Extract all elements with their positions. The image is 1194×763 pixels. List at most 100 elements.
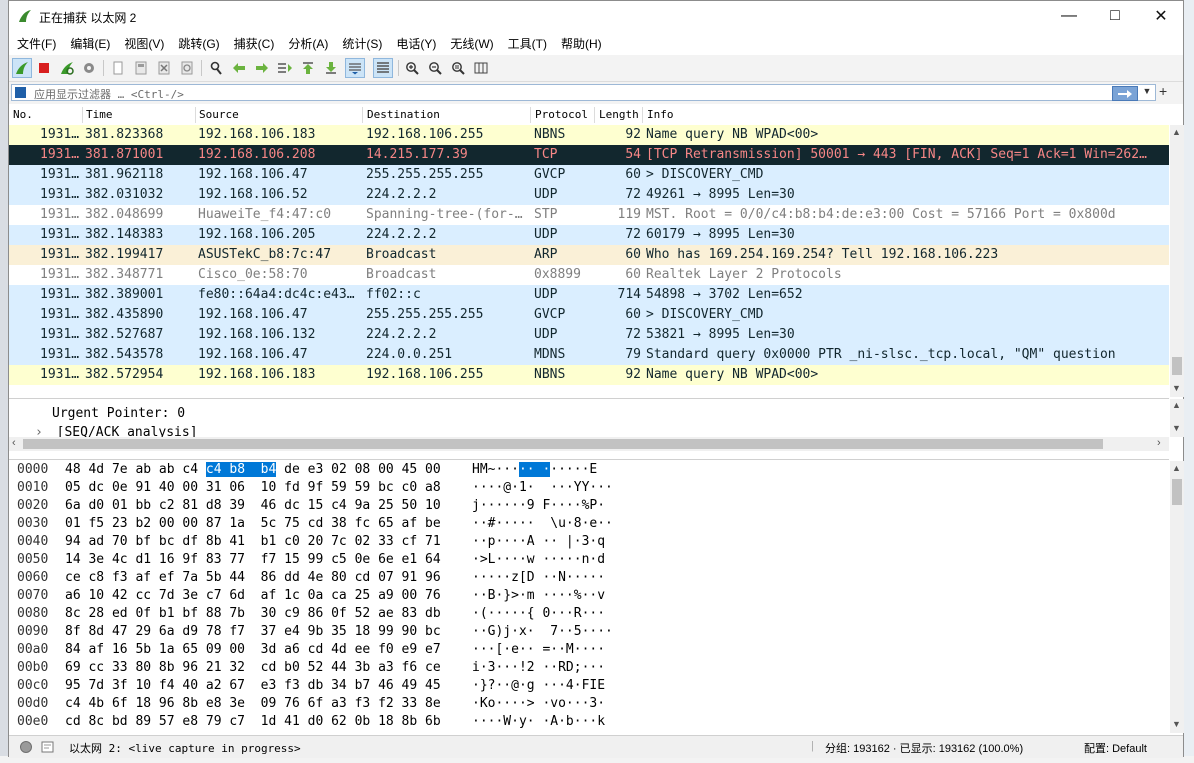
restart-capture-icon[interactable] xyxy=(57,58,77,78)
bytes-hex[interactable]: 8c 28 ed 0f b1 bf 88 7b 30 c9 86 0f 52 a… xyxy=(65,606,465,621)
apply-filter-arrow-icon[interactable] xyxy=(1112,86,1138,101)
scroll-down-icon[interactable]: ▼ xyxy=(1172,719,1181,729)
menu-item-8[interactable]: 无线(W) xyxy=(444,35,499,52)
stop-capture-icon[interactable] xyxy=(34,58,54,78)
menu-item-0[interactable]: 文件(F) xyxy=(11,35,62,52)
display-filter-input[interactable]: 应用显示过滤器 … <Ctrl-/> ▼ xyxy=(11,84,1156,101)
bytes-scroll-thumb[interactable] xyxy=(1172,479,1182,505)
minimize-icon[interactable]: — xyxy=(1046,1,1092,31)
close-icon[interactable]: ✕ xyxy=(1138,1,1184,31)
close-file-icon[interactable] xyxy=(154,58,174,78)
packet-row[interactable]: 1931… 381.871001 192.168.106.208 14.215.177… xyxy=(9,145,1169,165)
scroll-right-icon[interactable]: › xyxy=(1157,437,1161,449)
bytes-ascii[interactable]: ··B·}>·m ····%··v xyxy=(472,588,642,603)
status-profile[interactable]: 配置: Default xyxy=(1084,740,1147,756)
packet-list-scrollbar[interactable]: ▲ ▼ xyxy=(1170,125,1184,397)
column-header-length[interactable]: Length xyxy=(599,108,639,121)
menu-item-3[interactable]: 跳转(G) xyxy=(172,35,225,52)
details-horizontal-scroll-thumb[interactable] xyxy=(23,439,1103,449)
packet-row[interactable]: 1931… 382.031032 192.168.106.52 224.2.2.2 UD… xyxy=(9,185,1169,205)
expert-info-icon[interactable] xyxy=(19,740,33,754)
find-packet-icon[interactable] xyxy=(206,58,226,78)
zoom-in-icon[interactable] xyxy=(402,58,422,78)
open-file-icon[interactable] xyxy=(108,58,128,78)
bytes-hex[interactable]: 14 3e 4c d1 16 9f 83 77 f7 15 99 c5 0e 6… xyxy=(65,552,465,567)
go-back-icon[interactable] xyxy=(229,58,249,78)
scroll-up-icon[interactable]: ▲ xyxy=(1172,463,1181,473)
bytes-hex[interactable]: ce c8 f3 af ef 7a 5b 44 86 dd 4e 80 cd 0… xyxy=(65,570,465,585)
packet-row[interactable]: 1931… 381.823368 192.168.106.183 192.168.10… xyxy=(9,125,1169,145)
bytes-hex[interactable]: cd 8c bd 89 57 e8 79 c7 1d 41 d0 62 0b 1… xyxy=(65,714,465,729)
packet-list-scroll-thumb[interactable] xyxy=(1172,357,1182,375)
bytes-ascii[interactable]: i·3···!2 ··RD;··· xyxy=(472,660,642,675)
bytes-ascii[interactable]: ····W·y· ·A·b···k xyxy=(472,714,642,729)
scroll-up-icon[interactable]: ▲ xyxy=(1172,400,1181,410)
bytes-hex[interactable]: 01 f5 23 b2 00 00 87 1a 5c 75 cd 38 fc 6… xyxy=(65,516,465,531)
reload-file-icon[interactable] xyxy=(177,58,197,78)
scroll-up-icon[interactable]: ▲ xyxy=(1172,127,1181,137)
packet-row[interactable]: 1931… 381.962118 192.168.106.47 255.255.255… xyxy=(9,165,1169,185)
column-header-no[interactable]: No. xyxy=(13,108,33,121)
menu-item-4[interactable]: 捕获(C) xyxy=(228,35,281,52)
menu-item-7[interactable]: 电话(Y) xyxy=(390,35,442,52)
scroll-down-icon[interactable]: ▼ xyxy=(1172,383,1181,393)
bytes-ascii[interactable]: ·Ko····> ·vo···3· xyxy=(472,696,642,711)
zoom-out-icon[interactable] xyxy=(425,58,445,78)
menu-item-9[interactable]: 工具(T) xyxy=(502,35,553,52)
bytes-hex[interactable]: 95 7d 3f 10 f4 40 a2 67 e3 f3 db 34 b7 4… xyxy=(65,678,465,693)
filter-history-chevron-down-icon[interactable]: ▼ xyxy=(1140,86,1154,100)
capture-options-icon[interactable] xyxy=(79,58,99,78)
bytes-hex[interactable]: a6 10 42 cc 7d 3e c7 6d af 1c 0a ca 25 a… xyxy=(65,588,465,603)
packet-row[interactable]: 1931… 382.435890 192.168.106.47 255.255.255… xyxy=(9,305,1169,325)
bytes-ascii[interactable]: ·····z[D ··N····· xyxy=(472,570,642,585)
bookmark-icon[interactable] xyxy=(15,87,26,98)
bytes-ascii[interactable]: ···[·e·· =··M···· xyxy=(472,642,642,657)
normal-size-icon[interactable] xyxy=(448,58,468,78)
bytes-hex[interactable]: 05 dc 0e 91 40 00 31 06 10 fd 9f 59 59 b… xyxy=(65,480,465,495)
column-header-source[interactable]: Source xyxy=(199,108,239,121)
packet-row[interactable]: 1931… 382.199417 ASUSTekC_b8:7c:47 Broadcas… xyxy=(9,245,1169,265)
bytes-hex[interactable]: 84 af 16 5b 1a 65 09 00 3d a6 cd 4d ee f… xyxy=(65,642,465,657)
first-packet-icon[interactable] xyxy=(298,58,318,78)
bytes-ascii[interactable]: ·>L····w ·····n·d xyxy=(472,552,642,567)
save-file-icon[interactable] xyxy=(131,58,151,78)
add-filter-button-plus-icon[interactable]: + xyxy=(1159,83,1167,99)
column-header-info[interactable]: Info xyxy=(647,108,674,121)
start-capture-icon[interactable] xyxy=(12,58,32,78)
go-forward-icon[interactable] xyxy=(252,58,272,78)
menu-item-1[interactable]: 编辑(E) xyxy=(64,35,116,52)
menu-item-6[interactable]: 统计(S) xyxy=(336,35,388,52)
bytes-ascii[interactable]: ··p····A ·· |·3·q xyxy=(472,534,642,549)
bytes-ascii[interactable]: ··G)j·x· 7··5···· xyxy=(472,624,642,639)
packet-row[interactable]: 1931… 382.348771 Cisco_0e:58:70 Broadcast 0x… xyxy=(9,265,1169,285)
bytes-ascii[interactable]: ·}?··@·g ···4·FIE xyxy=(472,678,642,693)
go-to-packet-icon[interactable] xyxy=(275,58,295,78)
bytes-hex[interactable]: 48 4d 7e ab ab c4 c4 b8 b4 de e3 02 08 0… xyxy=(65,462,465,477)
bytes-ascii[interactable]: j······9 F····%P· xyxy=(472,498,642,513)
packet-row[interactable]: 1931… 382.527687 192.168.106.132 224.2.2.2 U… xyxy=(9,325,1169,345)
bytes-scrollbar[interactable]: ▲ ▼ xyxy=(1170,461,1184,733)
bytes-ascii[interactable]: HM~····· ······E xyxy=(472,462,642,477)
bytes-ascii[interactable]: ····@·1· ···YY··· xyxy=(472,480,642,495)
packet-row[interactable]: 1931… 382.543578 192.168.106.47 224.0.0.251… xyxy=(9,345,1169,365)
last-packet-icon[interactable] xyxy=(321,58,341,78)
colorize-icon[interactable] xyxy=(373,58,393,78)
packet-row[interactable]: 1931… 382.389001 fe80::64a4:dc4c:e43… ff02:… xyxy=(9,285,1169,305)
details-horizontal-scrollbar[interactable]: ‹ › xyxy=(9,437,1169,451)
bytes-hex[interactable]: 94 ad 70 bf bc df 8b 41 b1 c0 20 7c 02 3… xyxy=(65,534,465,549)
menu-item-2[interactable]: 视图(V) xyxy=(118,35,170,52)
packet-row[interactable]: 1931… 382.048699 HuaweiTe_f4:47:c0 Spanning… xyxy=(9,205,1169,225)
bytes-ascii[interactable]: ··#····· \u·8·e·· xyxy=(472,516,642,531)
bytes-hex[interactable]: 8f 8d 47 29 6a d9 78 f7 37 e4 9b 35 18 9… xyxy=(65,624,465,639)
details-scrollbar[interactable]: ▲ ▼ xyxy=(1170,399,1184,437)
maximize-icon[interactable]: □ xyxy=(1092,1,1138,31)
capture-comment-icon[interactable] xyxy=(41,740,55,754)
menu-item-10[interactable]: 帮助(H) xyxy=(555,35,608,52)
resize-columns-icon[interactable] xyxy=(471,58,491,78)
auto-scroll-icon[interactable] xyxy=(345,58,365,78)
packet-row[interactable]: 1931… 382.572954 192.168.106.183 192.168.10… xyxy=(9,365,1169,385)
column-header-time[interactable]: Time xyxy=(86,108,113,121)
bytes-hex[interactable]: c4 4b 6f 18 96 8b e8 3e 09 76 6f a3 f3 f… xyxy=(65,696,465,711)
menu-item-5[interactable]: 分析(A) xyxy=(282,35,334,52)
detail-row-urgent-pointer[interactable]: Urgent Pointer: 0 xyxy=(52,406,185,426)
